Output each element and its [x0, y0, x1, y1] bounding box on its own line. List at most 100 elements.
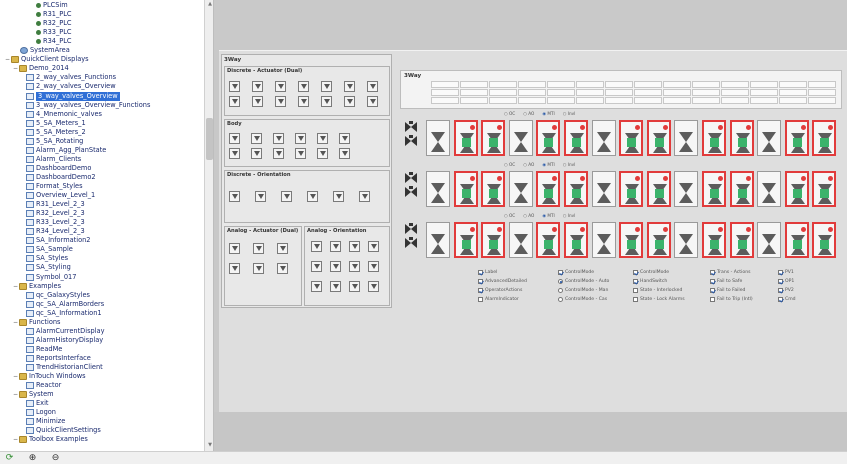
valve-tile[interactable]: [536, 171, 561, 207]
option-radio[interactable]: ControlMode - Cas: [558, 297, 607, 302]
valve-tile[interactable]: [453, 222, 478, 258]
tree-item[interactable]: QuickClientSettings: [26, 426, 101, 435]
mode-radio-mti[interactable]: MTI: [542, 111, 554, 116]
checkbox-icon[interactable]: [633, 288, 638, 293]
valve-symbol-icon[interactable]: [307, 191, 318, 202]
tree-item[interactable]: 5_SA_Rotating: [26, 137, 83, 146]
valve-symbol-icon[interactable]: [298, 96, 309, 107]
tree-item[interactable]: Symbol_017: [26, 273, 76, 282]
collapse-icon[interactable]: −: [12, 282, 19, 291]
valve-symbol-icon[interactable]: [311, 281, 322, 292]
tree-item[interactable]: R34_PLC: [34, 37, 72, 46]
valve-tile[interactable]: [591, 120, 616, 156]
checkbox-icon[interactable]: [478, 279, 483, 284]
valve-tile[interactable]: [757, 120, 782, 156]
option-checkbox[interactable]: Fail to Trip (Intl): [710, 297, 753, 302]
valve-tile[interactable]: [619, 222, 644, 258]
valve-tile[interactable]: [784, 171, 809, 207]
tree-item[interactable]: qc_GalaxyStyles: [26, 291, 90, 300]
tree-item[interactable]: 2_way_valves_Overview: [26, 82, 116, 91]
valve-symbol-icon[interactable]: [317, 133, 328, 144]
valve-symbol-icon[interactable]: [273, 148, 284, 159]
valve-symbol-icon[interactable]: [275, 81, 286, 92]
valve-tile[interactable]: [564, 171, 588, 207]
valve-symbol-icon[interactable]: [275, 96, 286, 107]
valve-symbol-icon[interactable]: [229, 81, 240, 92]
valve-tile[interactable]: [508, 171, 533, 207]
valve-tile[interactable]: [784, 222, 809, 258]
checkbox-icon[interactable]: [710, 279, 715, 284]
valve-tile[interactable]: [757, 222, 782, 258]
tree-item[interactable]: ReportsInterface: [26, 354, 91, 363]
valve-tile[interactable]: [426, 171, 450, 207]
valve-tile[interactable]: [619, 171, 644, 207]
tree-item[interactable]: Overview_Level_1: [26, 191, 95, 200]
option-checkbox[interactable]: ControlMode: [558, 270, 594, 275]
scroll-down-icon[interactable]: ▼: [206, 442, 213, 450]
tree-scrollbar[interactable]: ▲ ▼: [204, 0, 213, 451]
checkbox-icon[interactable]: [778, 279, 783, 284]
valve-symbol-icon[interactable]: [330, 241, 341, 252]
tree-item[interactable]: − Demo_2014: [12, 64, 69, 73]
tree-item[interactable]: DashboardDemo: [26, 164, 91, 173]
valve-tile[interactable]: [812, 171, 837, 207]
valve-tile[interactable]: [536, 120, 561, 156]
valve-tile[interactable]: [812, 222, 837, 258]
collapse-icon[interactable]: −: [12, 64, 19, 73]
tree-item[interactable]: qc_SA_AlarmBorders: [26, 300, 104, 309]
option-checkbox[interactable]: Fail to Failed: [710, 288, 745, 293]
valve-tile[interactable]: [784, 120, 809, 156]
tree-item[interactable]: R31_PLC: [34, 10, 72, 19]
tree-item[interactable]: − Functions: [12, 318, 60, 327]
valve-symbol-icon[interactable]: [339, 148, 350, 159]
valve-symbol-icon[interactable]: [330, 281, 341, 292]
valve-symbol-icon[interactable]: [253, 243, 264, 254]
valve-tile[interactable]: [481, 171, 506, 207]
tree-item[interactable]: SA_Styles: [26, 254, 68, 263]
tree-item[interactable]: Minimize: [26, 417, 65, 426]
tree-item[interactable]: Exit: [26, 399, 49, 408]
checkbox-icon[interactable]: [633, 297, 638, 302]
valve-symbol-icon[interactable]: [311, 241, 322, 252]
valve-symbol-icon[interactable]: [229, 263, 240, 274]
valve-tile[interactable]: [564, 222, 588, 258]
mode-radio-oc[interactable]: OC: [504, 111, 515, 116]
tree-item[interactable]: 4_Mnemonic_valves: [26, 110, 102, 119]
valve-tile[interactable]: [481, 222, 506, 258]
valve-tile[interactable]: [591, 222, 616, 258]
tree-item[interactable]: qc_SA_Information1: [26, 309, 102, 318]
checkbox-icon[interactable]: [710, 288, 715, 293]
valve-symbol-icon[interactable]: [252, 96, 263, 107]
valve-symbol-icon[interactable]: [349, 261, 360, 272]
valve-tile[interactable]: [453, 120, 478, 156]
valve-symbol-icon[interactable]: [255, 191, 266, 202]
collapse-icon[interactable]: −: [12, 390, 19, 399]
checkbox-icon[interactable]: [778, 270, 783, 275]
tree-item[interactable]: 3_way_valves_Overview_Functions: [26, 101, 150, 110]
valve-symbol-icon[interactable]: [295, 148, 306, 159]
valve-tile[interactable]: [702, 171, 726, 207]
navigation-tree[interactable]: PLCSim R31_PLC R32_PLC R33_PLC R34_PLC System…: [0, 0, 214, 451]
valve-tile[interactable]: [453, 171, 478, 207]
valve-symbol-icon[interactable]: [277, 263, 288, 274]
valve-symbol-icon[interactable]: [229, 243, 240, 254]
checkbox-icon[interactable]: [710, 297, 715, 302]
valve-symbol-icon[interactable]: [229, 148, 240, 159]
tree-item[interactable]: 5_SA_Meters_2: [26, 128, 86, 137]
zoom-out-icon[interactable]: ⊖: [50, 453, 61, 464]
checkbox-icon[interactable]: [778, 288, 783, 293]
option-checkbox[interactable]: ControlMode: [633, 270, 669, 275]
tree-item[interactable]: AlarmHistoryDisplay: [26, 336, 103, 345]
option-checkbox[interactable]: Label: [478, 270, 497, 275]
valve-tile[interactable]: [536, 222, 561, 258]
mode-radio-ao[interactable]: AO: [523, 213, 534, 218]
tree-item[interactable]: Format_Styles: [26, 182, 83, 191]
tree-item[interactable]: R33_Level_2_3: [26, 218, 85, 227]
option-checkbox[interactable]: AdvancedDetailed: [478, 279, 527, 284]
collapse-icon[interactable]: −: [12, 372, 19, 381]
valve-symbol-icon[interactable]: [253, 263, 264, 274]
checkbox-icon[interactable]: [778, 297, 783, 302]
checkbox-icon[interactable]: [710, 270, 715, 275]
valve-symbol-icon[interactable]: [229, 133, 240, 144]
option-checkbox[interactable]: Cmd: [778, 297, 796, 302]
